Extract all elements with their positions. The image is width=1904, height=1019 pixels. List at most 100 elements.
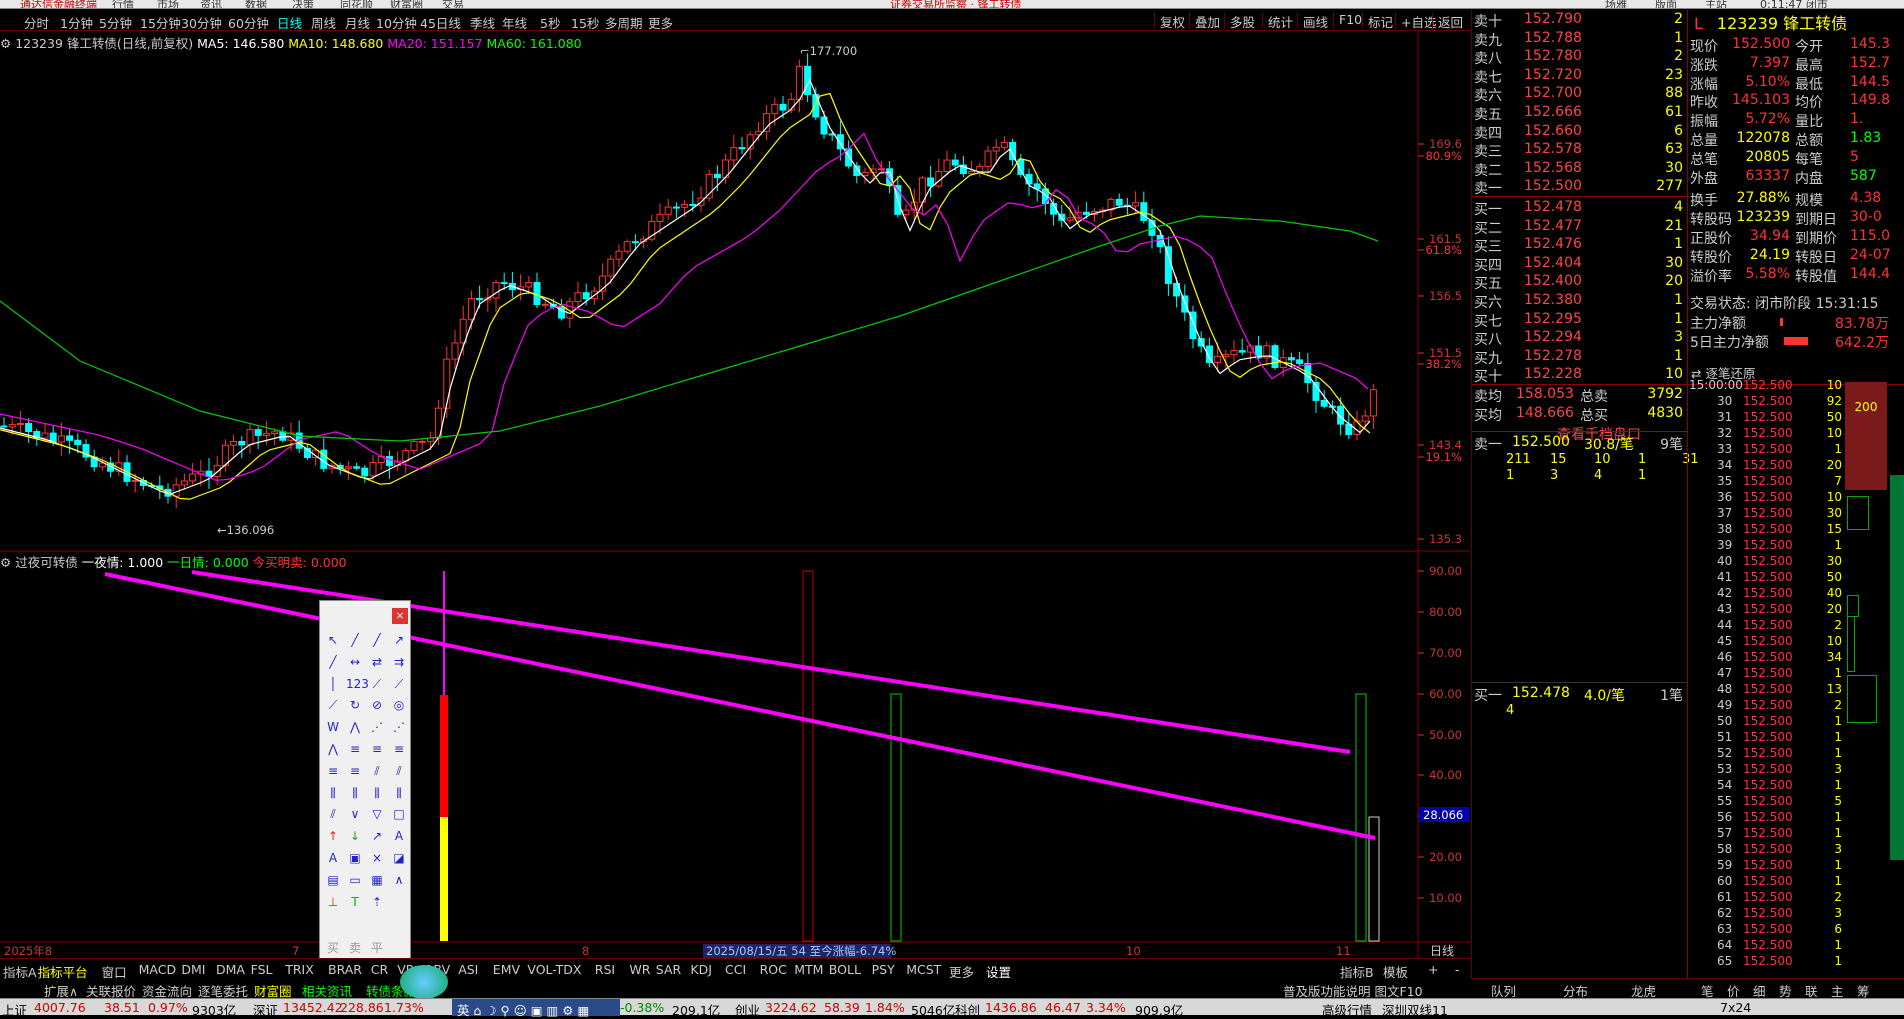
draw-tool-icon[interactable]: □ bbox=[390, 805, 408, 823]
bid-row[interactable]: 买四 152.404 30 bbox=[1472, 255, 1687, 274]
tape-row[interactable]: 58 152.500 3 bbox=[1687, 842, 1904, 858]
draw-tool-icon[interactable]: ⋰ bbox=[390, 718, 408, 736]
draw-tool-icon[interactable]: ▦ bbox=[368, 871, 386, 889]
draw-tool-icon[interactable]: A bbox=[390, 827, 408, 845]
draw-tool-icon[interactable]: ≡ bbox=[390, 740, 408, 758]
period-8[interactable]: 月线 bbox=[345, 13, 370, 32]
draw-tool-icon[interactable]: ↔ bbox=[346, 653, 364, 671]
tape-row[interactable]: 36 152.500 10 bbox=[1687, 490, 1904, 506]
tape-row[interactable]: 41 152.500 50 bbox=[1687, 570, 1904, 586]
draw-tool-icon[interactable]: ↖ bbox=[324, 631, 342, 649]
indicator-tab[interactable]: BRAR bbox=[328, 962, 362, 977]
indicator-tab[interactable]: VOL-TDX bbox=[527, 962, 581, 977]
period-2[interactable]: 5分钟 bbox=[99, 13, 132, 32]
period-0[interactable]: 分时 bbox=[24, 13, 49, 32]
draw-tool-icon[interactable]: ╱ bbox=[324, 653, 342, 671]
bid-row[interactable]: 买六 152.380 1 bbox=[1472, 292, 1687, 311]
ask-row[interactable]: 卖二 152.568 30 bbox=[1472, 160, 1687, 179]
menu-market[interactable]: 市场 bbox=[157, 0, 179, 8]
period-15[interactable]: 多周期 bbox=[605, 13, 643, 32]
tape-row[interactable]: 38 152.500 15 bbox=[1687, 522, 1904, 538]
tool-3[interactable]: 统计 bbox=[1262, 12, 1298, 30]
trend-line-lower[interactable] bbox=[104, 572, 1376, 840]
kline-chart[interactable]: 169.680.9%161.561.8%156.5151.538.2%143.4… bbox=[0, 31, 1470, 958]
tape-row[interactable]: 37 152.500 30 bbox=[1687, 506, 1904, 522]
draw-tool-icon[interactable]: ◪ bbox=[390, 849, 408, 867]
draw-tool-icon[interactable]: ⋀ bbox=[346, 718, 364, 736]
draw-tool-icon[interactable]: ↗ bbox=[368, 827, 386, 845]
tape-row[interactable]: 53 152.500 3 bbox=[1687, 762, 1904, 778]
period-4[interactable]: 30分钟 bbox=[181, 13, 222, 32]
draw-tool-icon[interactable]: │ bbox=[324, 675, 342, 693]
draw-tool-icon[interactable]: ⟋ bbox=[324, 696, 342, 714]
indicator-tab[interactable]: KDJ bbox=[690, 962, 712, 977]
bid-row[interactable]: 买二 152.477 21 bbox=[1472, 218, 1687, 237]
menu-quote[interactable]: 行情 bbox=[112, 0, 134, 8]
indicator-tab[interactable]: SAR bbox=[656, 962, 681, 977]
draw-tool-icon[interactable]: ⫼ bbox=[346, 784, 364, 802]
draw-tool-icon[interactable]: ◎ bbox=[390, 696, 408, 714]
ask-row[interactable]: 卖三 152.578 63 bbox=[1472, 141, 1687, 160]
bid-row[interactable]: 买三 152.476 1 bbox=[1472, 236, 1687, 255]
indicator-right-tab[interactable]: - bbox=[1455, 962, 1460, 977]
tape-row[interactable]: 62 152.500 3 bbox=[1687, 906, 1904, 922]
draw-tool-icon[interactable]: W bbox=[324, 718, 342, 736]
period-11[interactable]: 季线 bbox=[470, 13, 495, 32]
period-13[interactable]: 5秒 bbox=[540, 13, 560, 32]
menu-decision[interactable]: 决策 bbox=[292, 0, 314, 8]
tape-row[interactable]: 54 152.500 1 bbox=[1687, 778, 1904, 794]
draw-tool-icon[interactable]: ⫽ bbox=[324, 805, 342, 823]
menu-ths[interactable]: 同花顺 bbox=[340, 0, 373, 8]
tool-8[interactable]: 返回 bbox=[1432, 12, 1468, 30]
indicator-tab[interactable]: RSI bbox=[595, 962, 615, 977]
draw-tool-icon[interactable]: ⇄ bbox=[368, 653, 386, 671]
tape-row[interactable]: 44 152.500 2 bbox=[1687, 618, 1904, 634]
draw-tool-icon[interactable]: ▭ bbox=[346, 871, 364, 889]
draw-tool-icon[interactable]: ↗ bbox=[390, 631, 408, 649]
draw-tool-icon[interactable]: 123 bbox=[346, 675, 369, 693]
indicator-tab[interactable]: BOLL bbox=[829, 962, 861, 977]
drawing-toolbox[interactable]: × ↖ ╱ ╱ ↗ ╱ ↔ ⇄ ⇉ │ 123 ⟋ ⟋ ⟋ ↻ ⊘ ◎ W ⋀ ⋰ ⋰ ⋀ ≡ ≡ ≡ ≡ ≡ ⫽ ⫽ ⫼ ⫼ ⫼ ⫼ ⫽ ∨ ▽ □… bbox=[319, 600, 411, 960]
draw-tool-icon[interactable]: ⫼ bbox=[368, 784, 386, 802]
trade-mark-icon[interactable]: 买 bbox=[324, 939, 342, 957]
bid-row[interactable]: 买九 152.278 1 bbox=[1472, 348, 1687, 367]
draw-tool-icon[interactable]: ⇡ bbox=[368, 893, 386, 911]
period-3[interactable]: 15分钟 bbox=[140, 13, 181, 32]
draw-tool-icon[interactable]: A bbox=[324, 849, 342, 867]
tape-row[interactable]: 52 152.500 1 bbox=[1687, 746, 1904, 762]
tape-row[interactable]: 39 152.500 1 bbox=[1687, 538, 1904, 554]
bid-row[interactable]: 买十 152.228 10 bbox=[1472, 366, 1687, 385]
bid-row[interactable]: 买一 152.478 4 bbox=[1472, 199, 1687, 218]
period-10[interactable]: 45日线 bbox=[420, 13, 461, 32]
tape-row[interactable]: 46 152.500 34 bbox=[1687, 650, 1904, 666]
ask-row[interactable]: 卖八 152.780 2 bbox=[1472, 48, 1687, 67]
tool-0[interactable]: 复权 bbox=[1154, 12, 1190, 30]
indicator-tab[interactable]: WR bbox=[629, 962, 650, 977]
period-1[interactable]: 1分钟 bbox=[60, 13, 93, 32]
tool-6[interactable]: 标记 bbox=[1362, 12, 1398, 30]
tape-row[interactable]: 51 152.500 1 bbox=[1687, 730, 1904, 746]
draw-tool-icon[interactable]: ⊘ bbox=[368, 696, 386, 714]
draw-tool-icon[interactable]: ≡ bbox=[324, 762, 342, 780]
draw-tool-icon[interactable]: ⊥ bbox=[324, 893, 342, 911]
menu-trade[interactable]: 交易 bbox=[442, 0, 464, 8]
draw-tool-icon[interactable]: ╱ bbox=[368, 631, 386, 649]
draw-tool-icon[interactable]: ≡ bbox=[346, 762, 364, 780]
bid-row[interactable]: 买五 152.400 20 bbox=[1472, 273, 1687, 292]
draw-tool-icon[interactable]: ▤ bbox=[324, 871, 342, 889]
close-icon[interactable]: × bbox=[392, 608, 408, 624]
period-14[interactable]: 15秒 bbox=[571, 13, 599, 32]
period-7[interactable]: 周线 bbox=[311, 13, 336, 32]
tape-row[interactable]: 45 152.500 10 bbox=[1687, 634, 1904, 650]
draw-tool-icon[interactable]: ⫼ bbox=[390, 784, 408, 802]
indicator-tab[interactable]: DMA bbox=[216, 962, 245, 977]
draw-tool-icon[interactable]: ╱ bbox=[346, 631, 364, 649]
indicator-tab[interactable]: FSL bbox=[251, 962, 273, 977]
tape-row[interactable]: 57 152.500 1 bbox=[1687, 826, 1904, 842]
tape-row[interactable]: 42 152.500 40 bbox=[1687, 586, 1904, 602]
ask-row[interactable]: 卖十 152.790 2 bbox=[1472, 11, 1687, 30]
draw-tool-icon[interactable]: ▽ bbox=[368, 805, 386, 823]
draw-tool-icon[interactable]: ⫽ bbox=[368, 762, 386, 780]
indicator-tab[interactable]: MCST bbox=[906, 962, 941, 977]
tool-4[interactable]: 画线 bbox=[1297, 12, 1333, 30]
